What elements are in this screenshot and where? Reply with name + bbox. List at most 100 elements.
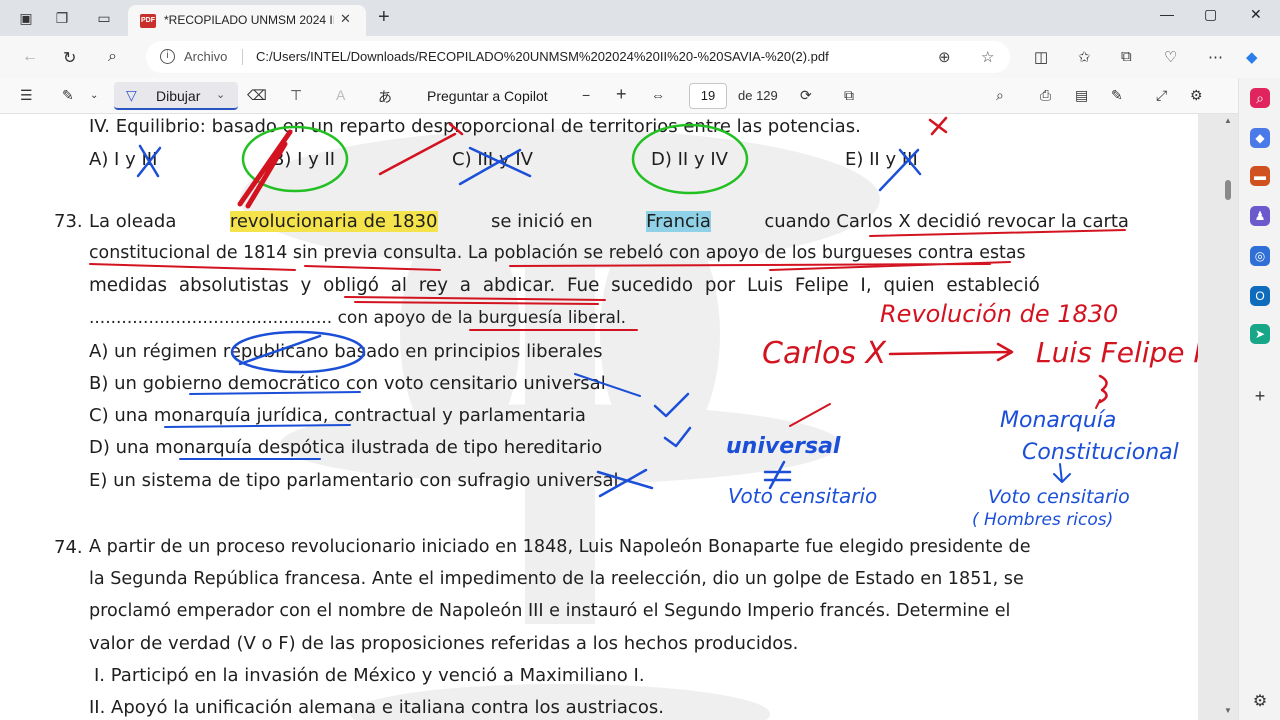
split-screen-icon[interactable]: ◫ <box>1034 48 1048 66</box>
blue-strike-a <box>238 334 322 366</box>
copilot-icon[interactable]: ◆ <box>1246 48 1258 66</box>
sidebar-settings-icon[interactable]: ⚙ <box>1250 692 1270 712</box>
add-sidebar-app-icon[interactable]: + <box>1250 386 1270 406</box>
handwritten-constitucional: Constitucional <box>1022 440 1179 465</box>
eraser-icon[interactable]: ⌫ <box>247 87 267 104</box>
favorite-star-icon[interactable]: ☆ <box>981 48 994 66</box>
blue-x-c <box>458 146 532 186</box>
collections-icon[interactable]: ❐ <box>54 10 70 26</box>
back-arrow-icon[interactable]: ← <box>22 48 38 66</box>
save-icon[interactable]: ▤ <box>1075 87 1088 104</box>
red-tick <box>1095 399 1101 409</box>
fit-page-icon[interactable]: ⇔ <box>651 87 665 103</box>
url-text[interactable]: C:/Users/INTEL/Downloads/RECOPILADO%20UN… <box>256 49 829 64</box>
blue-underline-c <box>164 424 351 428</box>
tab-actions-icon[interactable]: ▭ <box>96 10 112 26</box>
tab-title: *RECOPILADO UNMSM 2024 II - <box>164 13 334 27</box>
translate-icon[interactable]: あ <box>378 87 392 107</box>
contents-icon[interactable]: ☰ <box>20 87 33 104</box>
address-divider <box>242 49 243 65</box>
red-check-stroke <box>378 122 464 176</box>
maximize-icon[interactable]: ▢ <box>1204 6 1217 23</box>
pdf-file-icon: PDF <box>140 14 156 28</box>
collections-toolbar-icon[interactable]: ⧉ <box>1121 48 1132 65</box>
scroll-up-icon[interactable]: ▲ <box>1224 116 1232 125</box>
info-icon[interactable]: i <box>160 49 175 64</box>
refresh-icon[interactable]: ↻ <box>63 48 76 68</box>
scrollbar-thumb[interactable] <box>1225 180 1231 200</box>
close-tab-icon[interactable]: ✕ <box>340 11 351 27</box>
page-view-icon[interactable]: ⧉ <box>844 87 854 104</box>
red-brace-3 <box>1098 374 1108 404</box>
red-x-mark <box>928 116 948 136</box>
address-scheme-label: Archivo <box>184 49 228 64</box>
microsoft365-icon[interactable]: ◎ <box>1250 246 1270 266</box>
blue-x-universal <box>596 468 654 498</box>
ask-copilot-button[interactable]: Preguntar a Copilot <box>427 88 548 104</box>
page-total-label: de 129 <box>738 88 778 103</box>
underline-obligo <box>344 296 606 305</box>
close-window-icon[interactable]: ✕ <box>1250 6 1262 23</box>
fullscreen-icon[interactable]: ⤢ <box>1156 87 1167 104</box>
tab-active[interactable]: PDF *RECOPILADO UNMSM 2024 II - ✕ <box>128 5 366 36</box>
chevron-down-icon[interactable]: ⌄ <box>216 88 225 101</box>
handwritten-universal: universal <box>726 434 841 459</box>
draw-label: Dibujar <box>156 88 201 104</box>
blue-circle-republicano <box>230 330 366 374</box>
pdf-page: IV. Equilibrio: basado en un reparto des… <box>0 114 1198 720</box>
handwritten-luis: Luis Felipe I <box>1036 336 1198 369</box>
blue-underline-b <box>189 373 641 397</box>
green-circle-d <box>631 123 749 195</box>
underline-constitucional <box>89 263 441 271</box>
text-box-icon[interactable]: ⊤ <box>290 87 302 104</box>
games-icon[interactable]: ♟ <box>1250 206 1270 226</box>
zoom-in-icon[interactable]: + <box>616 84 627 105</box>
red-line-carlos <box>789 403 831 427</box>
search-sidebar-icon[interactable]: ⌕ <box>1250 88 1270 108</box>
save-as-icon[interactable]: ✎ <box>1111 87 1123 104</box>
blue-x-a <box>136 144 162 178</box>
underline-poblacion <box>509 261 1011 271</box>
navigation-bar: ← ↻ ⌕ i Archivo C:/Users/INTEL/Downloads… <box>0 36 1280 78</box>
blue-x-e <box>878 148 922 192</box>
scroll-down-icon[interactable]: ▼ <box>1224 706 1232 715</box>
red-arrow-carlos-luis <box>888 342 1014 362</box>
find-icon[interactable]: ⌕ <box>996 87 1004 104</box>
draw-button[interactable]: ▽ Dibujar ⌄ <box>114 82 238 110</box>
browser-essentials-icon[interactable]: ♡ <box>1164 48 1177 66</box>
highlight-icon[interactable]: ✎ <box>62 87 74 104</box>
vertical-scrollbar[interactable]: ▲ ▼ <box>1222 114 1234 720</box>
pen-icon: ▽ <box>126 87 137 103</box>
tools-icon[interactable]: ▬ <box>1250 166 1270 186</box>
blue-check-2 <box>663 426 692 448</box>
pdf-settings-icon[interactable]: ⚙ <box>1190 87 1203 104</box>
handwritten-carlos: Carlos X <box>762 336 887 371</box>
new-tab-button[interactable]: + <box>378 7 390 27</box>
minimize-icon[interactable]: — <box>1160 6 1174 22</box>
pdf-viewer[interactable]: IV. Equilibrio: basado en un reparto des… <box>0 114 1238 720</box>
rotate-icon[interactable]: ⟳ <box>800 87 812 104</box>
handwritten-title: Revolución de 1830 <box>880 300 1119 328</box>
read-aloud-icon: A <box>336 87 346 103</box>
workspaces-icon[interactable]: ▣ <box>18 10 34 26</box>
settings-more-icon[interactable]: ⋯ <box>1208 48 1223 66</box>
highlight-dropdown-icon[interactable]: ⌄ <box>90 90 98 101</box>
search-icon[interactable]: ⌕ <box>108 48 117 66</box>
blue-down-arrow <box>1053 463 1071 483</box>
favorites-icon[interactable]: ✩ <box>1078 48 1091 66</box>
print-icon[interactable]: ⎙ <box>1040 87 1051 104</box>
shopping-icon[interactable]: ◆ <box>1250 128 1270 148</box>
underline-decidio <box>869 229 1126 237</box>
pdf-toolbar: ☰ ✎ ⌄ ▽ Dibujar ⌄ ⌫ ⊤ A あ Preguntar a Co… <box>0 78 1280 114</box>
zoom-icon[interactable]: ⊕ <box>938 48 951 66</box>
tab-strip: ▣ ❐ ▭ PDF *RECOPILADO UNMSM 2024 II - ✕ … <box>0 0 1280 36</box>
zoom-out-icon[interactable]: − <box>582 87 590 103</box>
outlook-icon[interactable]: O <box>1250 286 1270 306</box>
page-number-input[interactable]: 19 <box>689 83 727 109</box>
address-bar[interactable]: i Archivo C:/Users/INTEL/Downloads/RECOP… <box>146 41 1010 73</box>
handwritten-monarquia: Monarquía <box>1000 408 1117 433</box>
drop-icon[interactable]: ➤ <box>1250 324 1270 344</box>
handwritten-voto-left: Voto censitario <box>728 484 878 508</box>
right-sidebar: ⌕ ◆ ▬ ♟ ◎ O ➤ + ⚙ <box>1238 78 1280 720</box>
handwritten-voto-right: Voto censitario <box>988 486 1130 508</box>
